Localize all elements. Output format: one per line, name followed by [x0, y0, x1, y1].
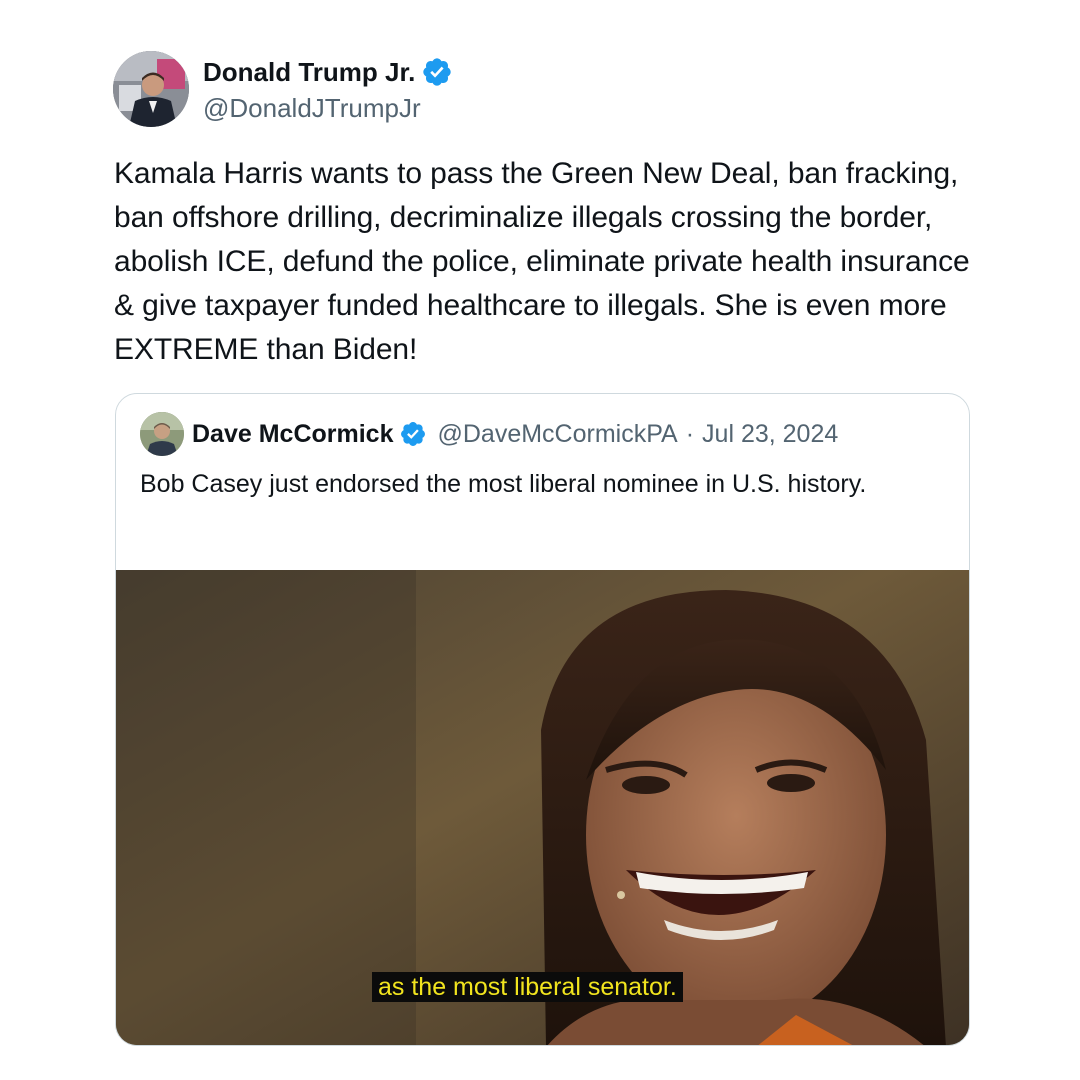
author-name[interactable]: Donald Trump Jr.	[203, 56, 453, 88]
header-separator: ·	[685, 419, 695, 448]
verified-badge-icon	[399, 420, 427, 448]
video-caption: as the most liberal senator.	[372, 972, 683, 1002]
quoted-author-handle[interactable]: @DaveMcCormickPA	[437, 420, 677, 449]
verified-badge-icon	[421, 56, 453, 88]
quoted-tweet-date[interactable]: Jul 23, 2024	[702, 420, 838, 449]
tweet-text: Kamala Harris wants to pass the Green Ne…	[114, 157, 970, 366]
author-handle[interactable]: @DonaldJTrumpJr	[203, 92, 421, 124]
author-avatar[interactable]	[113, 51, 189, 127]
quoted-author-avatar[interactable]	[140, 412, 184, 456]
tweet-card: Donald Trump Jr. @DonaldJTrumpJr Kamala …	[0, 0, 1080, 1080]
quoted-author-name[interactable]: Dave McCormick	[192, 420, 393, 449]
quoted-tweet-header: Dave McCormick @DaveMcCormickPA · Jul 23…	[140, 412, 838, 456]
quoted-tweet-text: Bob Casey just endorsed the most liberal…	[140, 470, 867, 498]
author-name-text: Donald Trump Jr.	[203, 57, 416, 87]
quoted-tweet[interactable]: Dave McCormick @DaveMcCormickPA · Jul 23…	[115, 393, 970, 1046]
